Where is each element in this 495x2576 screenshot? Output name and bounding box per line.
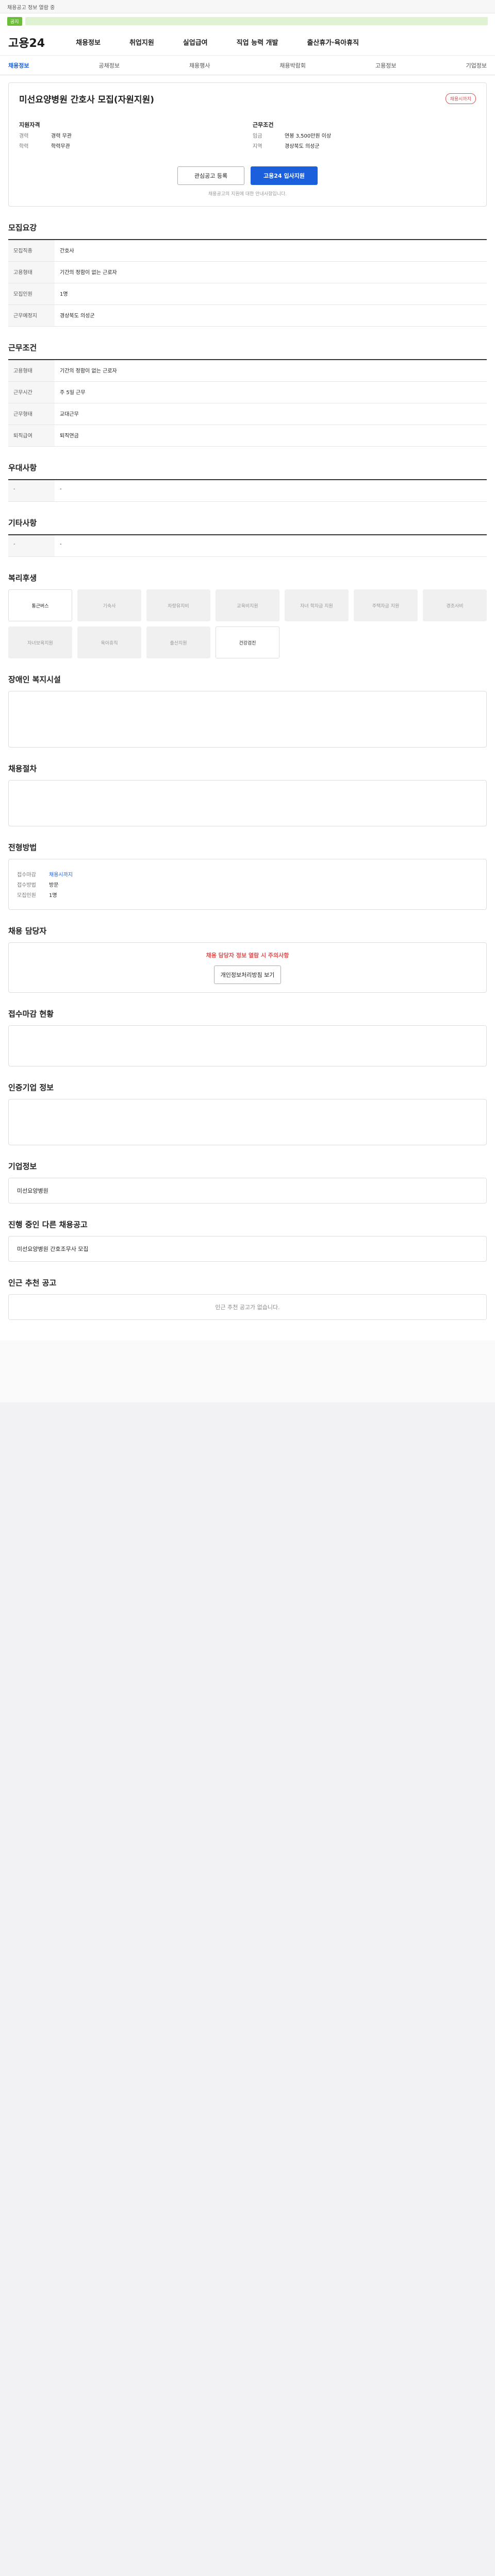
menu-3[interactable]: 실업급여 xyxy=(183,37,208,47)
d-k3: 모집인원 xyxy=(17,893,36,899)
qual-label: 지원자격 xyxy=(19,122,40,128)
d-v3: 1명 xyxy=(49,893,57,899)
w-v2: 주 5일 근무 xyxy=(60,390,86,396)
notice-bar: 공지 xyxy=(0,13,495,29)
welfare-11: 건강검진 xyxy=(216,626,279,658)
job-title: 미선요양병원 간호사 모집(자원지원) xyxy=(19,95,154,105)
qual-v2: 학력무관 xyxy=(51,144,70,149)
r-v3: 1명 xyxy=(60,292,68,297)
sec-process: 채용절차 xyxy=(8,764,37,773)
r-v1: 간호사 xyxy=(60,248,74,254)
d-v1: 채용시까지 xyxy=(49,872,73,878)
tab-5[interactable]: 고용정보 xyxy=(375,61,396,70)
footer xyxy=(0,1341,495,1402)
sec-facility: 장애인 복지시설 xyxy=(8,675,61,684)
tab-4[interactable]: 채용박람회 xyxy=(279,61,306,70)
w-v1: 기간의 정함이 없는 근로자 xyxy=(60,368,117,374)
r-v2: 기간의 정함이 없는 근로자 xyxy=(60,270,117,276)
welfare-2: 기숙사 xyxy=(77,589,141,621)
cond-k2: 지역 xyxy=(253,144,262,149)
sec-prefer: 우대사항 xyxy=(8,463,37,472)
sec-etc: 기타사항 xyxy=(8,518,37,528)
r-k2: 고용형태 xyxy=(8,262,55,283)
contact-warning: 채용 담당자 정보 열람 시 주의사항 xyxy=(206,952,289,959)
cond-k1: 임금 xyxy=(253,133,262,139)
sec-recruit: 모집요강 xyxy=(8,223,37,232)
apply-note: 채용공고의 지원에 대한 안내사항입니다. xyxy=(208,192,287,197)
tab-2[interactable]: 공채정보 xyxy=(98,61,119,70)
sec-method: 전형방법 xyxy=(8,843,37,852)
w-v3: 교대근무 xyxy=(60,412,79,417)
d-v2: 방문 xyxy=(49,883,59,888)
qual-k1: 경력 xyxy=(19,133,29,139)
menu-1[interactable]: 채용정보 xyxy=(76,37,101,47)
sec-company: 기업정보 xyxy=(8,1162,37,1171)
job-summary: 미선요양병원 간호사 모집(자원지원) 채용시까지 지원자격 경력 경력 무관 학력… xyxy=(8,82,487,207)
tab-6[interactable]: 기업정보 xyxy=(466,61,486,70)
qual-v1: 경력 무관 xyxy=(51,133,72,139)
apply-button[interactable]: 고용24 입사지원 xyxy=(251,166,318,185)
d-k1: 접수마감 xyxy=(17,872,36,878)
sec-other-jobs: 진행 중인 다른 채용공고 xyxy=(8,1220,88,1229)
welfare-6: 주택자금 지원 xyxy=(354,589,418,621)
notice-tag: 공지 xyxy=(7,16,22,26)
welfare-7: 경조사비 xyxy=(423,589,487,621)
tab-3[interactable]: 채용행사 xyxy=(189,61,210,70)
menu-2[interactable]: 취업지원 xyxy=(129,37,154,47)
menu-5[interactable]: 출산휴가·육아휴직 xyxy=(307,37,359,47)
top-bar: 채용공고 정보 열람 중 xyxy=(0,0,495,13)
r-k3: 모집인원 xyxy=(8,283,55,304)
scrap-button[interactable]: 관심공고 등록 xyxy=(177,166,244,185)
qual-k2: 학력 xyxy=(19,144,29,149)
sec-work: 근무조건 xyxy=(8,343,37,352)
w-k2: 근무시간 xyxy=(8,382,55,403)
cond-label: 근무조건 xyxy=(253,122,274,128)
welfare-8: 자녀보육지원 xyxy=(8,626,72,658)
w-k4: 퇴직급여 xyxy=(8,425,55,446)
r-v4: 경상북도 의성군 xyxy=(60,313,95,319)
w-k1: 고용형태 xyxy=(8,360,55,381)
welfare-1: 통근버스 xyxy=(8,589,72,621)
r-k4: 근무예정지 xyxy=(8,305,55,326)
recommend-empty: 인근 추천 공고가 없습니다. xyxy=(8,1294,487,1320)
sec-cert: 인증기업 정보 xyxy=(8,1083,54,1092)
cond-v2: 경상북도 의성군 xyxy=(285,144,320,149)
sec-deadline: 접수마감 현황 xyxy=(8,1009,54,1019)
d-k2: 접수방법 xyxy=(17,883,36,888)
welfare-10: 출산지원 xyxy=(146,626,210,658)
sec-welfare: 복리후생 xyxy=(8,573,37,583)
privacy-button[interactable]: 개인정보처리방침 보기 xyxy=(214,965,281,984)
welfare-9: 육아휴직 xyxy=(77,626,141,658)
r-k1: 모집직종 xyxy=(8,240,55,261)
notice-bar-fill xyxy=(25,17,488,25)
cond-v1: 연봉 3,500만원 이상 xyxy=(285,133,332,139)
other-job[interactable]: 미선요양병원 간호조무사 모집 xyxy=(17,1246,89,1252)
w-v4: 퇴직연금 xyxy=(60,433,79,439)
deadline-badge: 채용시까지 xyxy=(445,93,476,104)
sec-recommend: 인근 추천 공고 xyxy=(8,1278,57,1287)
logo[interactable]: 고용24 xyxy=(8,34,45,50)
welfare-4: 교육비지원 xyxy=(216,589,279,621)
sec-contact: 채용 담당자 xyxy=(8,926,47,936)
w-k3: 근무형태 xyxy=(8,403,55,425)
welfare-5: 자녀 학자금 지원 xyxy=(285,589,349,621)
welfare-3: 차량유지비 xyxy=(146,589,210,621)
company-name: 미선요양병원 xyxy=(17,1188,48,1194)
menu-4[interactable]: 직업 능력 개발 xyxy=(237,37,278,47)
tab-1[interactable]: 채용정보 xyxy=(8,61,29,70)
